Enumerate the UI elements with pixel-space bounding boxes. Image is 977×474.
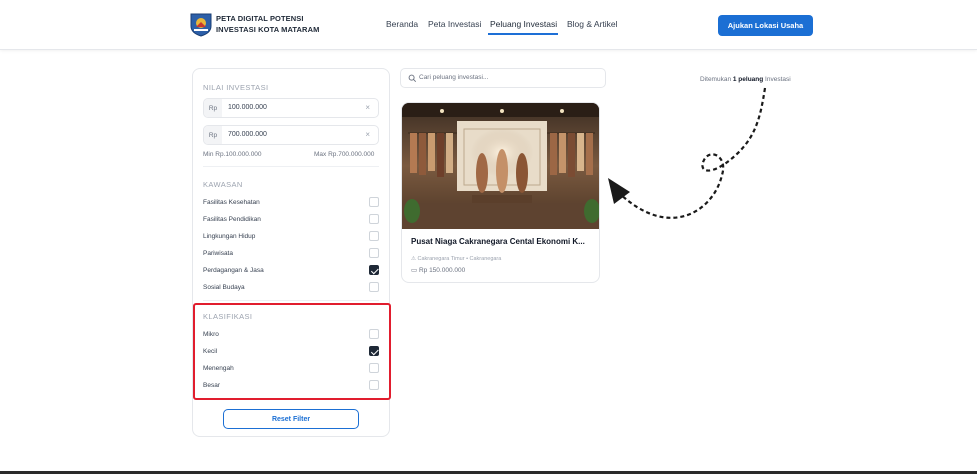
nav-blog-artikel[interactable]: Blog & Artikel — [567, 19, 618, 29]
checkbox[interactable] — [369, 214, 379, 224]
kawasan-option-pariwisata[interactable]: Pariwisata — [203, 248, 381, 262]
klasifikasi-highlight-box — [193, 303, 391, 400]
active-nav-indicator — [488, 33, 558, 35]
page: PETA DIGITAL POTENSI INVESTASI KOTA MATA… — [0, 0, 977, 474]
divider — [203, 300, 379, 301]
checkbox[interactable] — [369, 248, 379, 258]
nav-beranda[interactable]: Beranda — [386, 19, 418, 29]
city-emblem-logo[interactable] — [190, 13, 212, 37]
checkbox[interactable] — [369, 231, 379, 241]
option-label: Lingkungan Hidup — [203, 233, 256, 240]
location-text: Cakranegara Timur • Cakranegara — [417, 256, 502, 262]
card-title[interactable]: Pusat Niaga Cakranegara Cental Ekonomi K… — [411, 237, 585, 246]
divider — [203, 166, 379, 167]
search-placeholder: Cari peluang investasi... — [419, 74, 489, 81]
money-icon: ▭ — [411, 267, 419, 274]
search-input[interactable]: Cari peluang investasi... — [400, 68, 606, 88]
min-label: Min Rp.100.000.000 — [203, 151, 262, 158]
option-label: Pariwisata — [203, 250, 233, 257]
boutique-photo — [402, 103, 599, 229]
clear-icon[interactable]: × — [365, 130, 370, 139]
checkbox[interactable] — [369, 197, 379, 207]
ajukan-lokasi-button[interactable]: Ajukan Lokasi Usaha — [718, 15, 813, 36]
checkbox[interactable] — [369, 265, 379, 275]
min-investment-input[interactable]: Rp 100.000.000 × — [203, 98, 379, 118]
max-label: Max Rp.700.000.000 — [314, 151, 375, 158]
kawasan-option-fasilitas-pendidikan[interactable]: Fasilitas Pendidikan — [203, 214, 381, 228]
option-label: Perdagangan & Jasa — [203, 267, 264, 274]
kawasan-title: KAWASAN — [203, 180, 243, 189]
clear-icon[interactable]: × — [365, 103, 370, 112]
search-icon — [408, 74, 417, 83]
brand-line2: INVESTASI KOTA MATARAM — [216, 25, 320, 34]
price-text: Rp 150.000.000 — [418, 267, 466, 274]
option-label: Fasilitas Pendidikan — [203, 216, 261, 223]
kawasan-option-sosial-budaya[interactable]: Sosial Budaya — [203, 282, 381, 296]
checkbox[interactable] — [369, 282, 379, 292]
option-label: Fasilitas Kesehatan — [203, 199, 260, 206]
currency-prefix: Rp — [204, 126, 222, 144]
currency-prefix: Rp — [204, 99, 222, 117]
card-price: ▭ Rp 150.000.000 — [411, 266, 465, 274]
kawasan-option-lingkungan-hidup[interactable]: Lingkungan Hidup — [203, 231, 381, 245]
investment-card[interactable]: Pusat Niaga Cakranegara Cental Ekonomi K… — [401, 102, 600, 283]
nav-peluang-investasi[interactable]: Peluang Investasi — [490, 19, 557, 29]
max-investment-value: 700.000.000 — [228, 131, 267, 138]
brand-line1: PETA DIGITAL POTENSI — [216, 14, 304, 23]
card-location: ⚠ Cakranegara Timur • Cakranegara — [411, 256, 501, 262]
max-investment-input[interactable]: Rp 700.000.000 × — [203, 125, 379, 145]
dashed-arrow-annotation — [608, 87, 767, 219]
option-label: Sosial Budaya — [203, 284, 245, 291]
kawasan-option-perdagangan-jasa[interactable]: Perdagangan & Jasa — [203, 265, 381, 279]
brand-name[interactable]: PETA DIGITAL POTENSI INVESTASI KOTA MATA… — [216, 13, 319, 35]
top-navbar: PETA DIGITAL POTENSI INVESTASI KOTA MATA… — [0, 0, 977, 50]
min-investment-value: 100.000.000 — [228, 104, 267, 111]
kawasan-option-fasilitas-kesehatan[interactable]: Fasilitas Kesehatan — [203, 197, 381, 211]
reset-filter-button[interactable]: Reset Filter — [223, 409, 359, 429]
nav-peta-investasi[interactable]: Peta Investasi — [428, 19, 481, 29]
nilai-investasi-title: NILAI INVESTASI — [203, 83, 269, 92]
